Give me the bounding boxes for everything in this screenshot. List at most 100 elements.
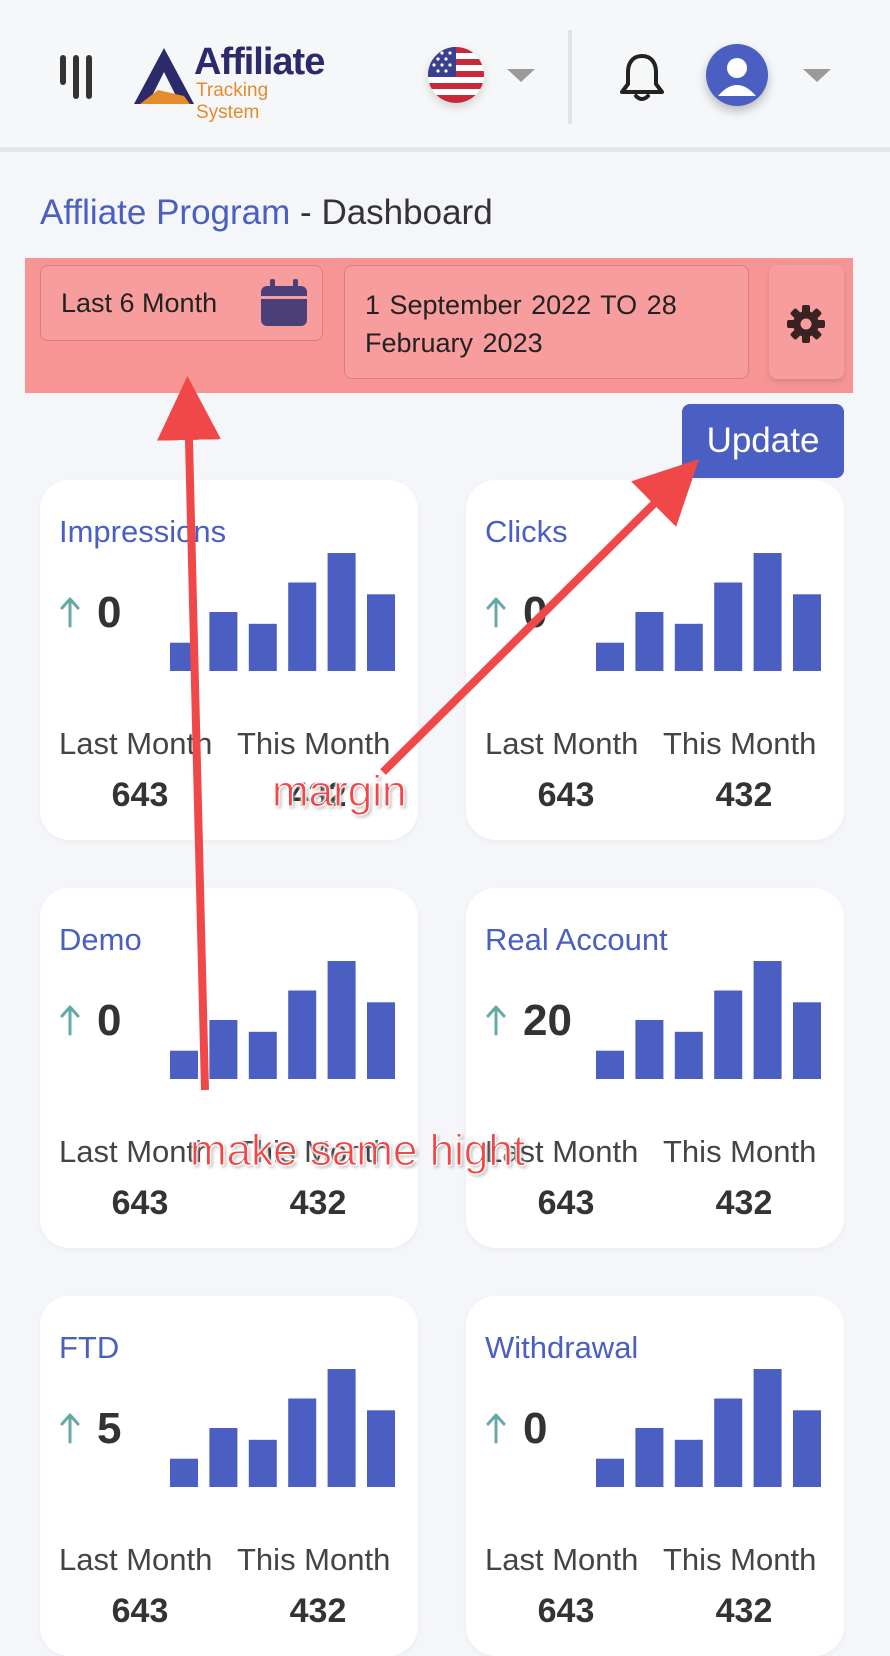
card-value: 0 — [97, 588, 122, 637]
chart-bar — [327, 1369, 356, 1487]
card-title: Impressions — [59, 514, 227, 549]
card-value: 20 — [523, 996, 572, 1045]
logo-mark-icon — [134, 48, 194, 104]
chart-bar — [596, 1050, 624, 1079]
bell-icon[interactable] — [618, 52, 666, 102]
card-title: Demo — [59, 922, 142, 957]
trend-up-icon — [486, 1004, 506, 1036]
settings-button[interactable] — [769, 265, 844, 379]
card-title: Withdrawal — [485, 1330, 639, 1365]
mini-bar-chart — [170, 1369, 395, 1487]
this-month-label: This Month — [237, 1542, 391, 1577]
chart-bar — [248, 1439, 277, 1487]
metric-card: Withdrawal 0 Last Month This Month 643 432 — [466, 1296, 844, 1656]
chart-bar — [248, 623, 277, 671]
metric-card: FTD 5 Last Month This Month 643 432 — [40, 1296, 418, 1656]
chart-bar — [793, 1410, 821, 1487]
mini-bar-chart — [596, 553, 821, 671]
period-label: Last 6 Month — [61, 288, 218, 318]
app-logo[interactable]: Affiliate Tracking System — [132, 41, 332, 123]
chart-bar — [753, 1369, 782, 1487]
mini-bar-chart — [596, 961, 821, 1079]
last-month-label: Last Month — [59, 726, 213, 761]
date-range-field[interactable]: 1 September 2022 TO 28 February 2023 — [344, 265, 749, 379]
chart-bar — [635, 1428, 664, 1487]
this-month-value: 432 — [289, 1184, 347, 1222]
gear-icon — [787, 305, 825, 343]
margin-annotation: margin — [272, 767, 407, 817]
card-value: 0 — [523, 1404, 548, 1453]
mini-bar-chart — [170, 553, 395, 671]
metric-card: Demo 0 Last Month This Month 643 432 — [40, 888, 418, 1248]
user-chevron-down-icon[interactable] — [803, 69, 831, 82]
chart-bar — [596, 1458, 624, 1487]
last-month-value: 643 — [111, 1184, 169, 1222]
title-separator: - — [300, 193, 312, 232]
chart-bar — [674, 1031, 703, 1079]
chart-bar — [714, 582, 743, 671]
chart-bar — [714, 1398, 743, 1487]
this-month-value: 432 — [289, 1592, 347, 1630]
top-bar: Affiliate Tracking System — [0, 0, 890, 152]
this-month-value: 432 — [715, 1592, 773, 1630]
trend-up-icon — [60, 1412, 80, 1444]
chart-bar — [288, 1398, 317, 1487]
chart-bar — [635, 612, 664, 671]
chart-bar — [327, 961, 356, 1079]
this-month-value: 432 — [715, 776, 773, 814]
us-flag-icon[interactable] — [428, 47, 484, 103]
chart-bar — [596, 642, 624, 671]
this-month-label: This Month — [663, 726, 817, 761]
last-month-label: Last Month — [59, 1542, 213, 1577]
trend-up-icon — [60, 1004, 80, 1036]
last-month-value: 643 — [537, 1184, 595, 1222]
chart-bar — [714, 990, 743, 1079]
last-month-value: 643 — [537, 1592, 595, 1630]
menu-icon[interactable] — [58, 55, 98, 99]
last-month-value: 643 — [111, 1592, 169, 1630]
chart-bar — [367, 594, 395, 671]
chart-bar — [367, 1410, 395, 1487]
chart-bar — [753, 961, 782, 1079]
trend-up-icon — [486, 596, 506, 628]
program-title: Affliate Program — [40, 193, 291, 232]
this-month-label: This Month — [237, 726, 391, 761]
period-select[interactable]: Last 6 Month — [40, 265, 323, 341]
chart-bar — [170, 1458, 198, 1487]
card-title: FTD — [59, 1330, 120, 1365]
header-divider — [568, 30, 572, 124]
calendar-icon — [261, 279, 307, 326]
chart-bar — [288, 582, 317, 671]
chart-bar — [674, 623, 703, 671]
chart-bar — [674, 1439, 703, 1487]
chart-bar — [209, 1428, 238, 1487]
user-avatar-icon[interactable] — [706, 44, 768, 106]
page-title: Affliate Program - Dashboard — [40, 193, 493, 233]
card-title: Real Account — [485, 922, 668, 957]
dashboard-title: Dashboard — [321, 193, 493, 232]
same-height-annotation: make same hight — [189, 1126, 526, 1176]
trend-up-icon — [486, 1412, 506, 1444]
chart-bar — [209, 1020, 238, 1079]
mini-bar-chart — [170, 961, 395, 1079]
chart-bar — [248, 1031, 277, 1079]
logo-main-text: Affiliate — [194, 41, 325, 83]
date-range-text: 1 September 2022 TO 28 February 2023 — [365, 290, 677, 358]
chart-bar — [170, 642, 198, 671]
chart-bar — [170, 1050, 198, 1079]
chart-bar — [635, 1020, 664, 1079]
card-value: 0 — [97, 996, 122, 1045]
metric-card: Clicks 0 Last Month This Month 643 432 — [466, 480, 844, 840]
last-month-label: Last Month — [485, 726, 639, 761]
last-month-value: 643 — [111, 776, 169, 814]
card-value: 5 — [97, 1404, 122, 1453]
chart-bar — [209, 612, 238, 671]
trend-up-icon — [60, 596, 80, 628]
language-chevron-down-icon[interactable] — [507, 69, 535, 82]
update-button[interactable]: Update — [682, 404, 844, 478]
this-month-label: This Month — [663, 1134, 817, 1169]
metric-card: Real Account 20 Last Month This Month 643 432 — [466, 888, 844, 1248]
last-month-label: Last Month — [485, 1542, 639, 1577]
logo-sub-text: Tracking System — [196, 80, 269, 123]
card-title: Clicks — [485, 514, 568, 549]
